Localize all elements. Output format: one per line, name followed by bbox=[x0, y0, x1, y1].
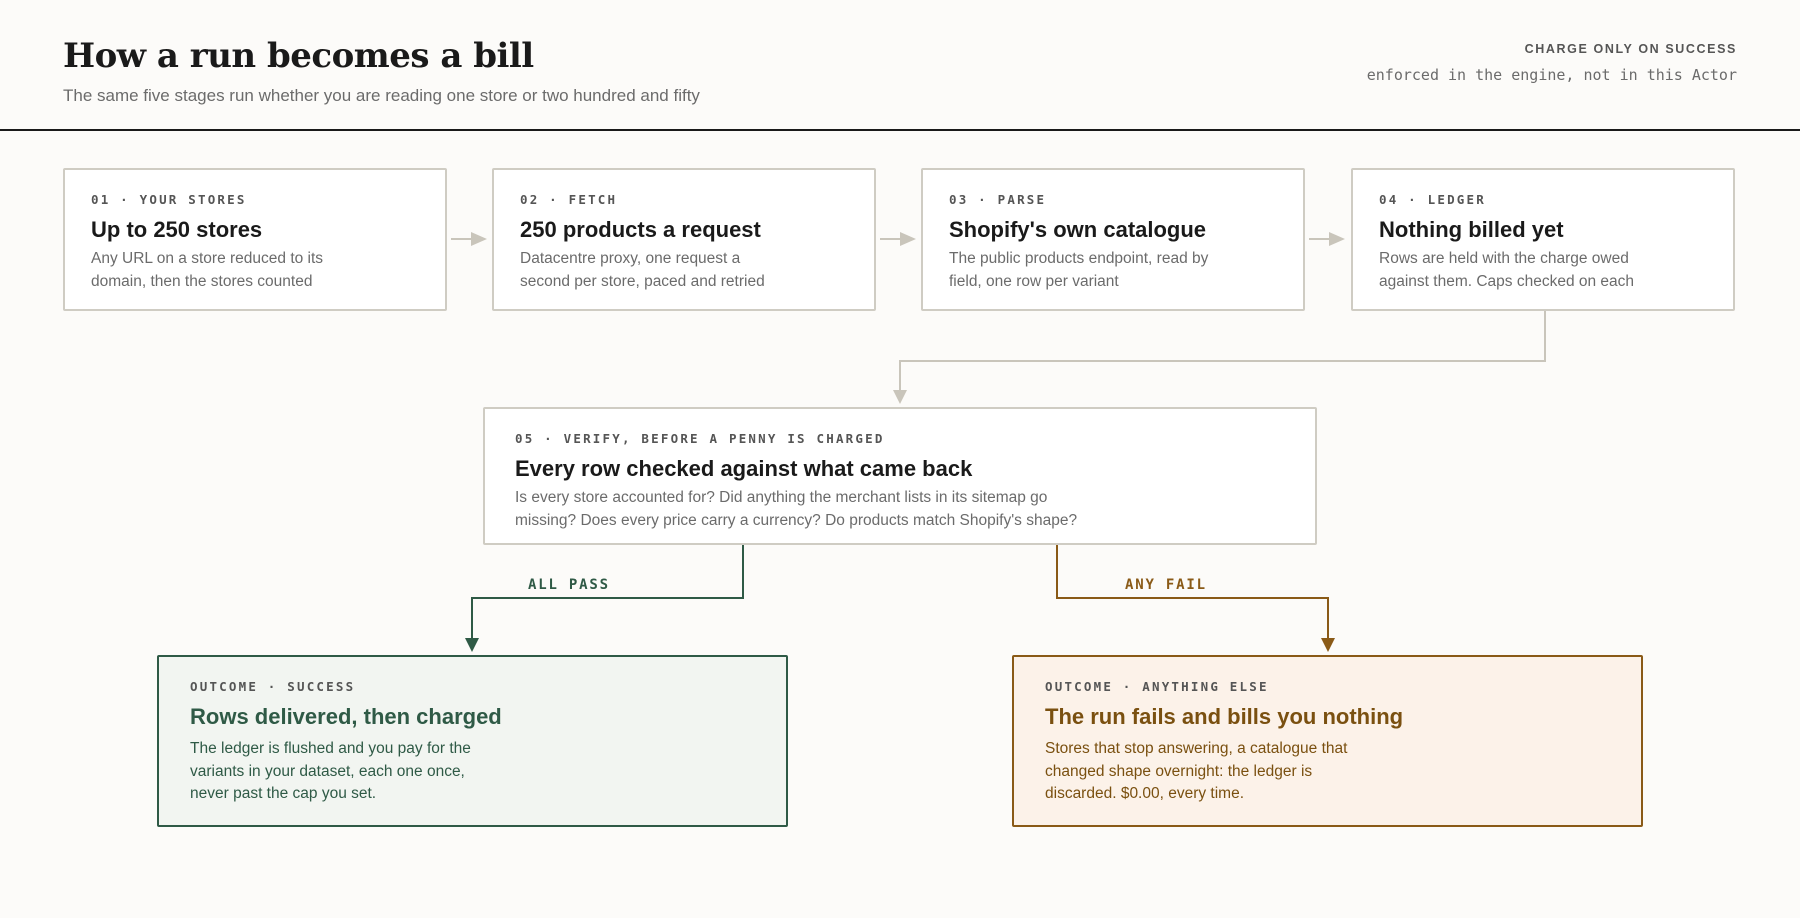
verify-kicker: 05 · VERIFY, BEFORE A PENNY IS CHARGED bbox=[515, 431, 885, 446]
outcome-kicker: OUTCOME · ANYTHING ELSE bbox=[1045, 679, 1269, 694]
billing-policy-kicker: CHARGE ONLY ON SUCCESS bbox=[1524, 42, 1737, 56]
stage-ledger: 04 · LEDGER Nothing billed yet Rows are … bbox=[1351, 168, 1735, 311]
stage-your-stores: 01 · YOUR STORES Up to 250 stores Any UR… bbox=[63, 168, 447, 311]
page-header: How a run becomes a bill The same five s… bbox=[0, 0, 1800, 131]
stage-kicker: 04 · LEDGER bbox=[1379, 192, 1486, 207]
branch-label-all-pass: ALL PASS bbox=[528, 577, 610, 593]
outcome-title: Rows delivered, then charged bbox=[190, 704, 502, 729]
stage-description: Rows are held with the charge owed again… bbox=[1379, 250, 1635, 290]
arrow-ledger-to-verify bbox=[893, 311, 1546, 404]
arrow-all-pass bbox=[465, 545, 744, 652]
arrow-stage-2-to-3 bbox=[880, 232, 916, 246]
outcome-failure: OUTCOME · ANYTHING ELSE The run fails an… bbox=[1012, 655, 1643, 827]
page-subtitle: The same five stages run whether you are… bbox=[63, 86, 700, 105]
stage-description: Any URL on a store reduced to its domain… bbox=[91, 250, 324, 290]
stage-parse: 03 · PARSE Shopify's own catalogue The p… bbox=[921, 168, 1305, 311]
stage-kicker: 02 · FETCH bbox=[520, 192, 618, 207]
stage-fetch: 02 · FETCH 250 products a request Datace… bbox=[492, 168, 876, 311]
outcome-description: The ledger is flushed and you pay for th… bbox=[190, 740, 471, 802]
branch-label-any-fail: ANY FAIL bbox=[1125, 577, 1207, 593]
verify-description: Is every store accounted for? Did anythi… bbox=[515, 489, 1078, 529]
stage-verify: 05 · VERIFY, BEFORE A PENNY IS CHARGED E… bbox=[483, 407, 1317, 545]
verify-title: Every row checked against what came back bbox=[515, 456, 973, 481]
arrow-stage-1-to-2 bbox=[451, 232, 487, 246]
outcome-success: OUTCOME · SUCCESS Rows delivered, then c… bbox=[157, 655, 788, 827]
stage-kicker: 03 · PARSE bbox=[949, 192, 1047, 207]
billing-policy: CHARGE ONLY ON SUCCESS enforced in the e… bbox=[1367, 42, 1737, 84]
stage-title: Nothing billed yet bbox=[1379, 217, 1564, 242]
stage-description: Datacentre proxy, one request a second p… bbox=[520, 250, 765, 290]
arrow-stage-3-to-4 bbox=[1309, 232, 1345, 246]
outcome-description: Stores that stop answering, a catalogue … bbox=[1045, 740, 1348, 802]
stage-kicker: 01 · YOUR STORES bbox=[91, 192, 247, 207]
stage-description: The public products endpoint, read by fi… bbox=[949, 250, 1209, 290]
arrow-any-fail bbox=[1056, 545, 1335, 652]
stage-title: Up to 250 stores bbox=[91, 217, 263, 242]
outcome-kicker: OUTCOME · SUCCESS bbox=[190, 679, 356, 694]
billing-policy-note: enforced in the engine, not in this Acto… bbox=[1366, 66, 1737, 84]
page-title: How a run becomes a bill bbox=[63, 36, 534, 76]
stage-title: 250 products a request bbox=[520, 217, 761, 242]
stage-title: Shopify's own catalogue bbox=[949, 217, 1207, 242]
outcome-title: The run fails and bills you nothing bbox=[1045, 704, 1404, 729]
